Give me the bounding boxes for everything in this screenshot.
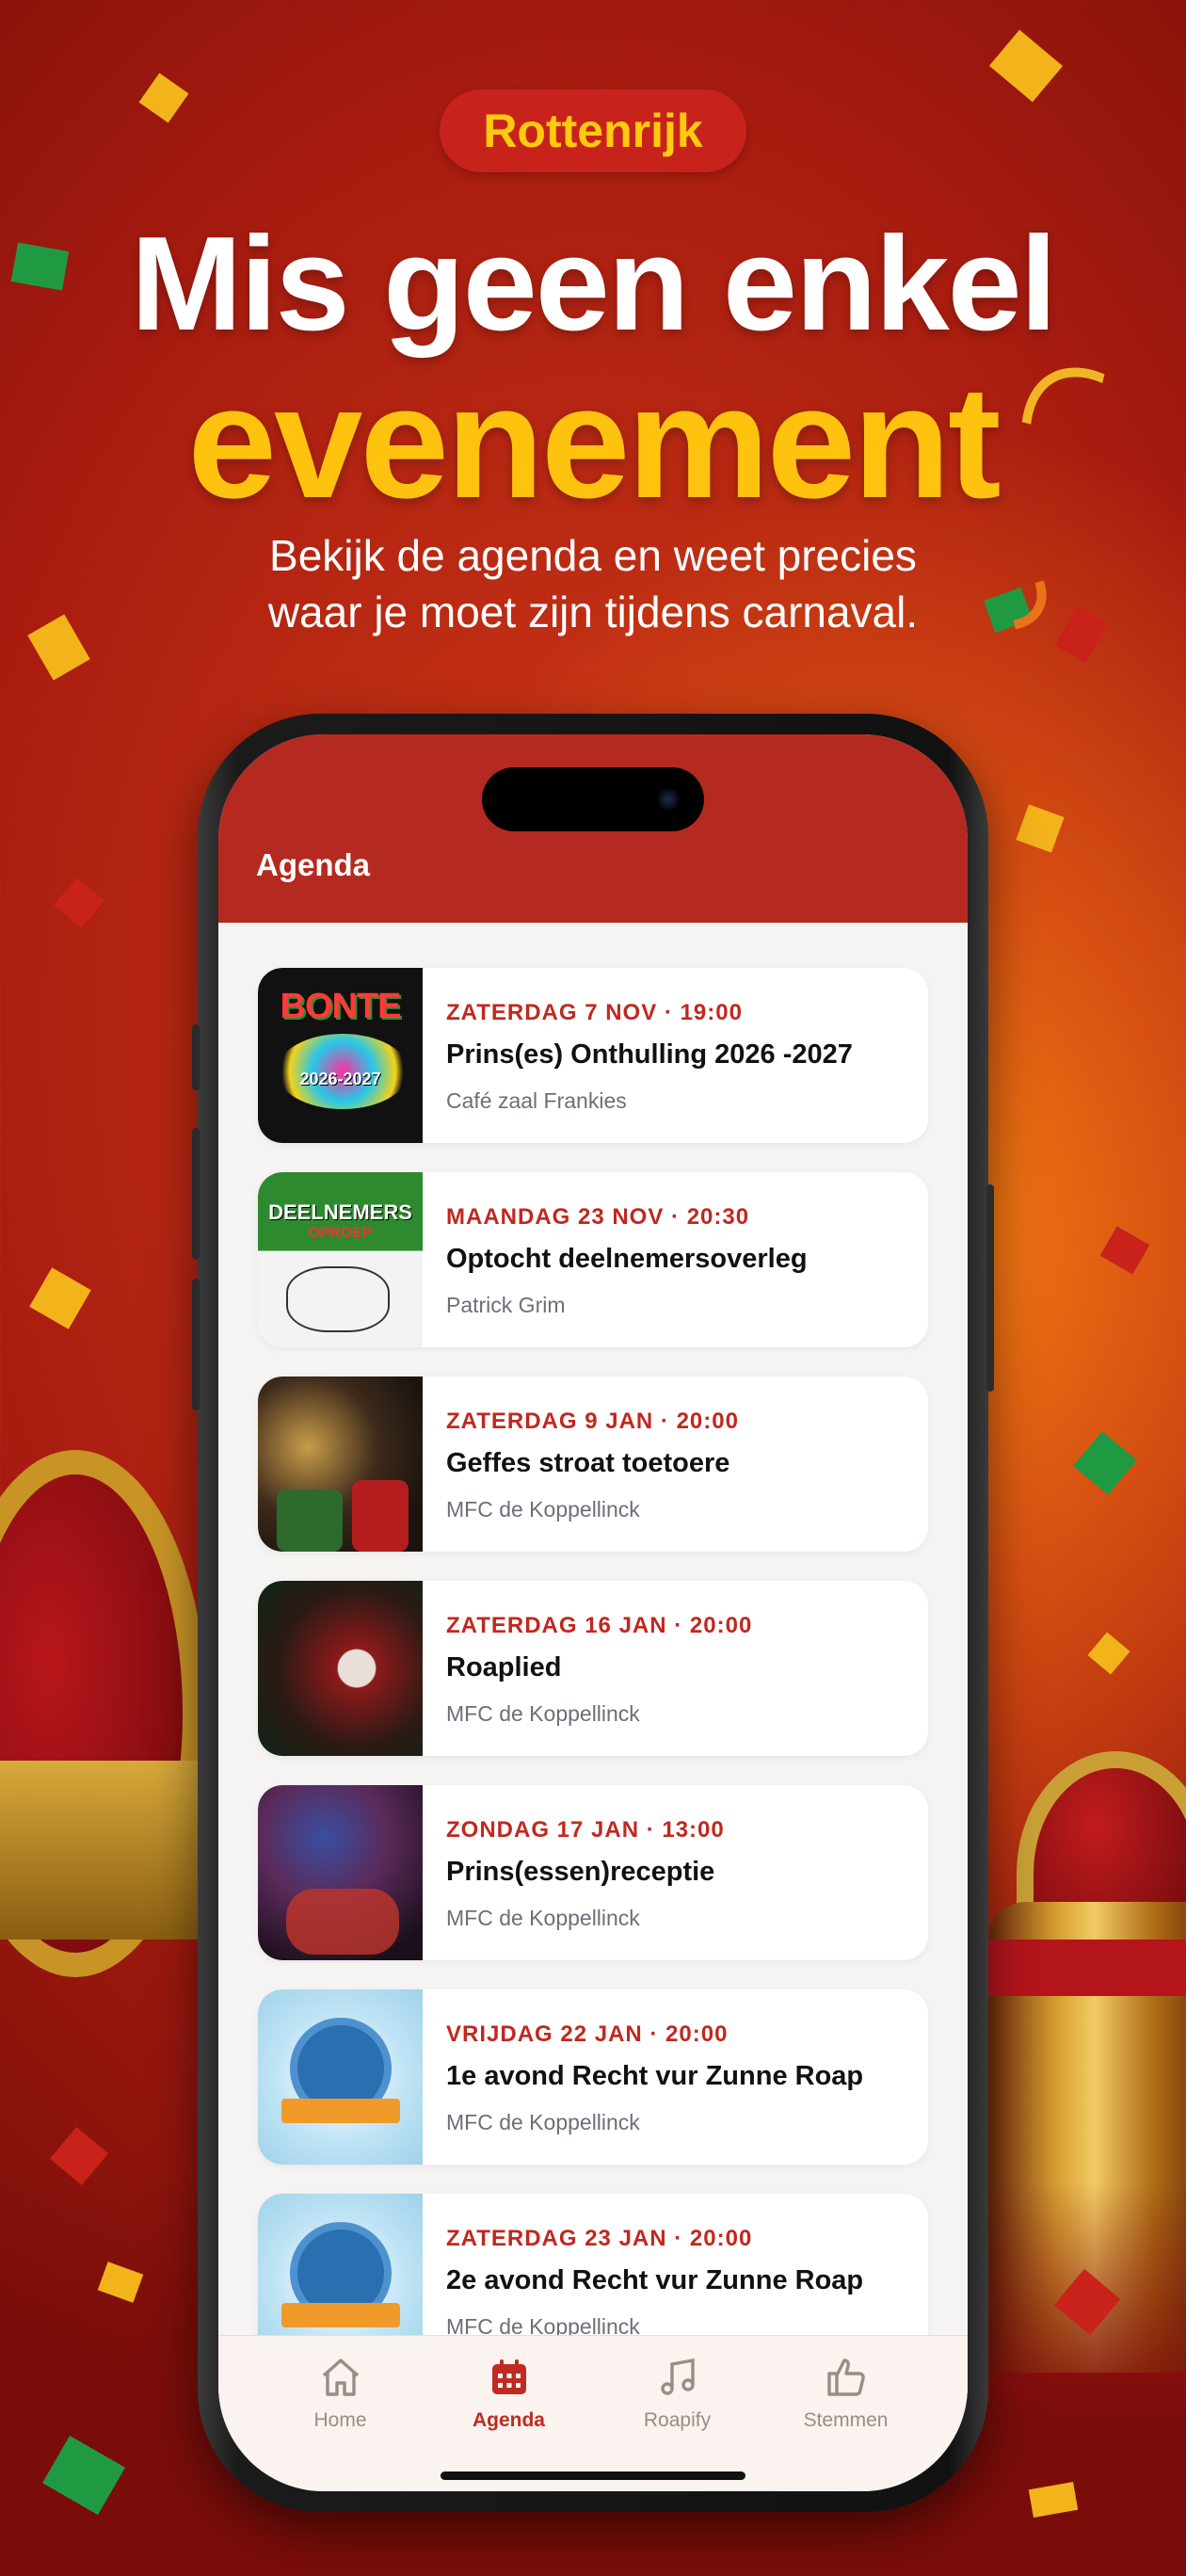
confetti: [54, 877, 104, 928]
event-title: Prins(essen)receptie: [446, 1857, 715, 1887]
event-info: ZONDAG 17 JAN · 13:00 Prins(essen)recept…: [423, 1785, 725, 1960]
confetti: [138, 72, 189, 123]
event-thumbnail: [258, 1989, 423, 2165]
confetti: [1087, 1632, 1130, 1675]
thumbnail-photo-detail: [286, 1889, 399, 1955]
dynamic-island: [482, 767, 704, 831]
event-title: 1e avond Recht vur Zunne Roap: [446, 2061, 864, 2091]
event-info: ZATERDAG 7 NOV · 19:00 Prins(es) Onthull…: [423, 968, 853, 1143]
confetti: [50, 2127, 108, 2185]
confetti: [1016, 804, 1065, 853]
event-title: Geffes stroat toetoere: [446, 1448, 730, 1478]
music-icon: [660, 2358, 695, 2395]
app-header: Agenda: [218, 734, 968, 923]
app-screen: Agenda BONTE 2026-2027 ZATERDAG 7 NOV · …: [218, 734, 968, 2491]
event-card[interactable]: ZATERDAG 16 JAN · 20:00 Roaplied MFC de …: [258, 1581, 928, 1756]
home-indicator: [441, 2471, 745, 2480]
event-info: ZATERDAG 9 JAN · 20:00 Geffes stroat toe…: [423, 1377, 739, 1552]
event-location: MFC de Koppellinck: [446, 1497, 640, 1521]
thumbnail-text: BONTE: [280, 987, 402, 1026]
tab-label: Home: [313, 2409, 367, 2431]
event-location: MFC de Koppellinck: [446, 1701, 640, 1726]
event-date: VRIJDAG 22 JAN · 20:00: [446, 2021, 729, 2047]
event-thumbnail: [258, 1581, 423, 1756]
thumbnail-drawing: [286, 1266, 390, 1332]
thumbs-up-icon: [826, 2359, 865, 2396]
phone-side-button: [192, 1024, 200, 1090]
event-info: VRIJDAG 22 JAN · 20:00 1e avond Recht vu…: [423, 1989, 863, 2165]
page-title: Agenda: [256, 847, 371, 882]
event-title: Optocht deelnemersoverleg: [446, 1244, 808, 1274]
event-card[interactable]: ZONDAG 17 JAN · 13:00 Prins(essen)recept…: [258, 1785, 928, 1960]
thumbnail-text: 2026-2027: [299, 1070, 381, 1088]
event-title: Prins(es) Onthulling 2026 -2027: [446, 1039, 853, 1070]
thumbnail-photo-detail: [277, 1489, 343, 1552]
confetti: [1099, 1226, 1150, 1275]
event-date: ZATERDAG 7 NOV · 19:00: [446, 1000, 743, 1025]
headline-line2: evenement: [187, 353, 1001, 532]
event-info: MAANDAG 23 NOV · 20:30 Optocht deelnemer…: [423, 1172, 808, 1347]
confetti: [29, 1267, 91, 1329]
event-card[interactable]: BONTE 2026-2027 ZATERDAG 7 NOV · 19:00 P…: [258, 968, 928, 1143]
phone-mockup: Agenda BONTE 2026-2027 ZATERDAG 7 NOV · …: [192, 714, 994, 2512]
event-list[interactable]: BONTE 2026-2027 ZATERDAG 7 NOV · 19:00 P…: [258, 968, 928, 2398]
event-card[interactable]: DEELNEMERS OPROEP MAANDAG 23 NOV · 20:30…: [258, 1172, 928, 1347]
event-date: ZONDAG 17 JAN · 13:00: [446, 1817, 725, 1843]
event-card[interactable]: VRIJDAG 22 JAN · 20:00 1e avond Recht vu…: [258, 1989, 928, 2165]
event-date: ZATERDAG 9 JAN · 20:00: [446, 1409, 739, 1434]
confetti: [1073, 1431, 1137, 1495]
event-location: Patrick Grim: [446, 1293, 566, 1317]
subtitle: Bekijk de agenda en weet precies waar je…: [0, 527, 1186, 640]
event-date: MAANDAG 23 NOV · 20:30: [446, 1204, 750, 1230]
tab-label: Stemmen: [803, 2409, 889, 2431]
tab-label: Roapify: [643, 2409, 712, 2431]
brand-badge: Rottenrijk: [440, 89, 746, 172]
tab-agenda[interactable]: Agenda: [425, 2336, 593, 2491]
thumbnail-text: OPROEP: [308, 1225, 373, 1241]
thumbnail-photo-detail: [352, 1480, 409, 1552]
seal-ribbon: [281, 2303, 400, 2327]
thumbnail-text: DEELNEMERS: [268, 1200, 412, 1224]
jester-hat-band-decoration: [0, 1761, 226, 1940]
event-thumbnail: [258, 1377, 423, 1552]
tab-label: Agenda: [472, 2409, 545, 2431]
headline-line1: Mis geen enkel: [130, 209, 1057, 359]
event-date: ZATERDAG 23 JAN · 20:00: [446, 2226, 753, 2251]
seal-ribbon: [281, 2099, 400, 2123]
bottom-tab-bar: Home Agenda Roapify Stemmen: [218, 2335, 968, 2491]
event-location: Café zaal Frankies: [446, 1088, 627, 1113]
subtitle-line2: waar je moet zijn tijdens carnaval.: [267, 588, 919, 636]
camera-icon: [657, 788, 680, 811]
event-title: 2e avond Recht vur Zunne Roap: [446, 2265, 864, 2295]
event-thumbnail: [258, 1785, 423, 1960]
event-card[interactable]: ZATERDAG 9 JAN · 20:00 Geffes stroat toe…: [258, 1377, 928, 1552]
phone-volume-button: [192, 1128, 200, 1260]
event-thumbnail: BONTE 2026-2027: [258, 968, 423, 1143]
drum-band-decoration: [988, 1940, 1186, 1996]
phone-volume-button: [192, 1279, 200, 1410]
subtitle-line1: Bekijk de agenda en weet precies: [269, 531, 917, 580]
phone-power-button: [986, 1184, 994, 1392]
event-title: Roaplied: [446, 1652, 562, 1682]
event-thumbnail: DEELNEMERS OPROEP: [258, 1172, 423, 1347]
event-date: ZATERDAG 16 JAN · 20:00: [446, 1613, 753, 1638]
confetti: [988, 29, 1064, 103]
tab-home[interactable]: Home: [256, 2336, 425, 2491]
tab-roapify[interactable]: Roapify: [593, 2336, 761, 2491]
event-location: MFC de Koppellinck: [446, 1906, 640, 1930]
event-info: ZATERDAG 16 JAN · 20:00 Roaplied MFC de …: [423, 1581, 752, 1756]
calendar-icon: [491, 2359, 526, 2394]
event-location: MFC de Koppellinck: [446, 2110, 640, 2134]
home-icon: [322, 2359, 359, 2396]
tab-stemmen[interactable]: Stemmen: [761, 2336, 930, 2491]
